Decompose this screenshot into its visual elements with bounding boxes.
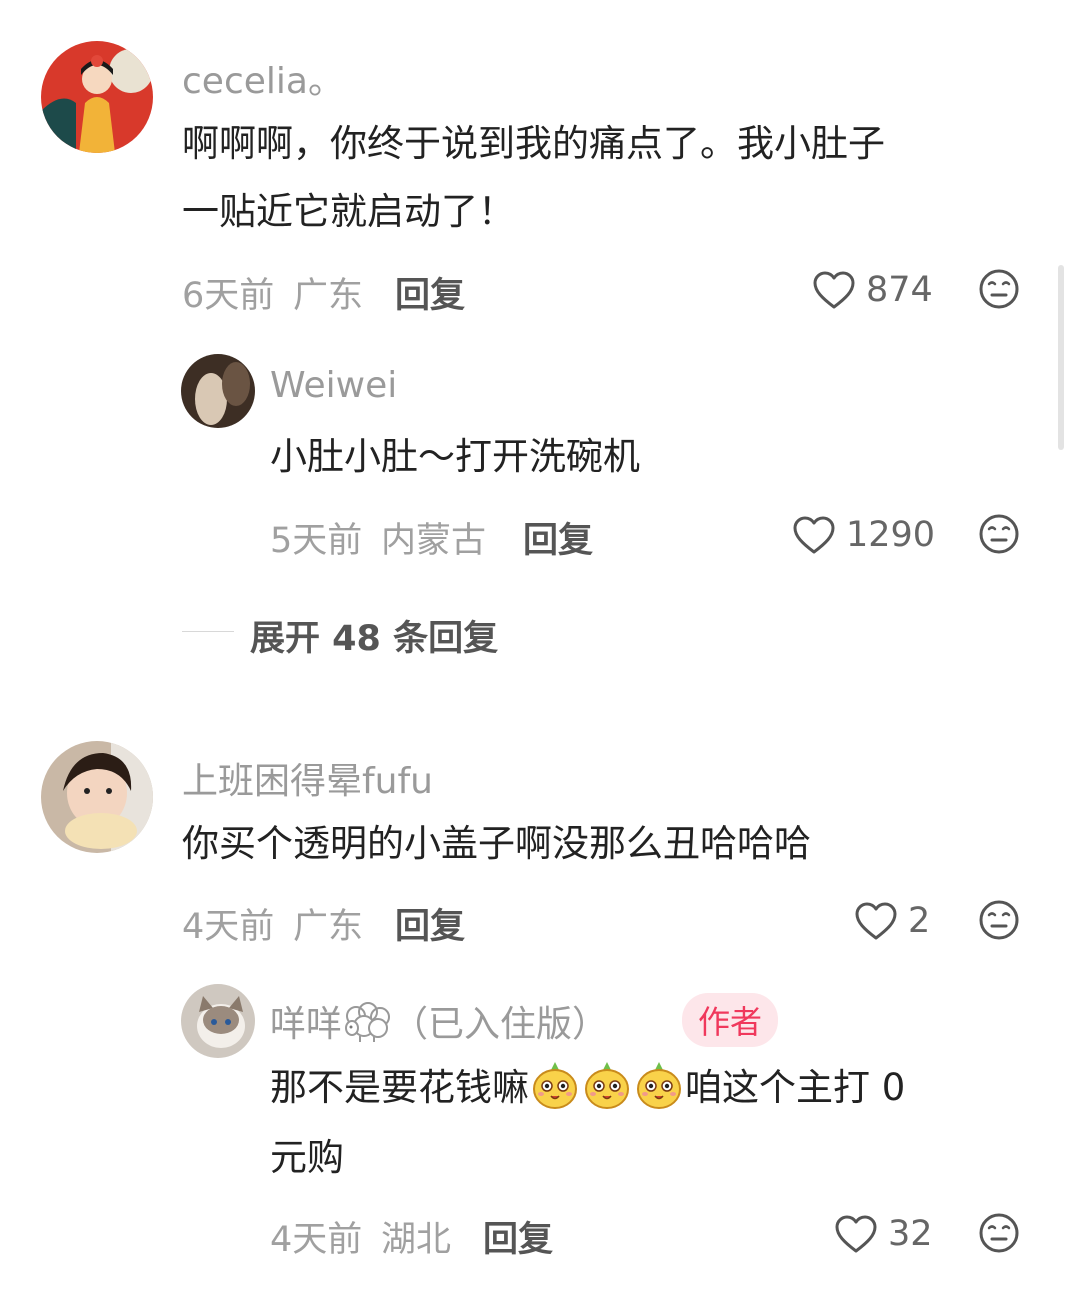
- username[interactable]: cecelia。: [182, 52, 344, 104]
- username[interactable]: 上班困得晕fufu: [182, 752, 433, 804]
- divider: [182, 631, 234, 632]
- cute-face-emoji: [583, 1060, 631, 1110]
- heart-outline-icon: [834, 1214, 878, 1254]
- like-button[interactable]: 874: [812, 268, 933, 312]
- comment-text: 你买个透明的小盖子啊没那么丑哈哈哈: [182, 822, 811, 865]
- reply-button[interactable]: 回复: [523, 512, 593, 563]
- reply-button[interactable]: 回复: [395, 898, 465, 949]
- reply-button[interactable]: 回复: [483, 1211, 553, 1262]
- comment-time: 5天前: [270, 521, 363, 561]
- like-button[interactable]: 32: [834, 1212, 933, 1256]
- sheep-emoji: [345, 1002, 391, 1042]
- expand-replies-button[interactable]: 展开 48 条回复: [250, 610, 498, 661]
- comment-text: 一贴近它就启动了！: [182, 190, 515, 233]
- reply-button[interactable]: 回复: [395, 267, 465, 318]
- avatar[interactable]: [181, 984, 255, 1058]
- like-count: 874: [866, 270, 933, 310]
- like-button[interactable]: 2: [854, 899, 930, 943]
- avatar[interactable]: [181, 354, 255, 428]
- username-suffix: （已入住版）: [392, 1004, 609, 1045]
- comment-location: 内蒙古: [381, 521, 487, 561]
- avatar[interactable]: [41, 741, 153, 853]
- comment-text: 那不是要花钱嘛 咱这个主打 0: [270, 1054, 905, 1122]
- username[interactable]: Weiwei: [270, 365, 397, 406]
- comment-text: 小肚小肚～打开洗碗机: [270, 435, 640, 478]
- cute-face-emoji: [531, 1060, 579, 1110]
- heart-outline-icon: [792, 515, 836, 555]
- cute-face-emoji: [635, 1060, 683, 1110]
- author-badge: 作者: [682, 993, 779, 1047]
- comment-text: 元购: [270, 1136, 344, 1179]
- dislike-face-icon[interactable]: [978, 513, 1020, 555]
- dislike-face-icon[interactable]: [978, 1212, 1020, 1254]
- comment-text-part: 咱这个主打 0: [685, 1066, 906, 1109]
- dislike-face-icon[interactable]: [978, 899, 1020, 941]
- avatar[interactable]: [41, 41, 153, 153]
- username-text: 咩咩: [270, 1004, 343, 1045]
- dislike-face-icon[interactable]: [978, 268, 1020, 310]
- scrollbar[interactable]: [1058, 265, 1064, 450]
- comment-location: 湖北: [381, 1220, 452, 1260]
- like-count: 2: [908, 901, 931, 941]
- comment-text: 啊啊啊，你终于说到我的痛点了。我小肚子: [182, 122, 885, 165]
- heart-outline-icon: [854, 901, 898, 941]
- username[interactable]: 咩咩 （已入住版）: [270, 995, 608, 1047]
- comment-time: 4天前: [270, 1220, 363, 1260]
- comment-location: 广东: [293, 907, 364, 947]
- like-count: 32: [888, 1214, 933, 1254]
- like-count: 1290: [846, 515, 936, 555]
- comment-text-part: 那不是要花钱嘛: [270, 1066, 529, 1109]
- like-button[interactable]: 1290: [792, 513, 935, 557]
- heart-outline-icon: [812, 270, 856, 310]
- comment-time: 4天前: [182, 907, 275, 947]
- comment-time: 6天前: [182, 276, 275, 316]
- comment-location: 广东: [293, 276, 364, 316]
